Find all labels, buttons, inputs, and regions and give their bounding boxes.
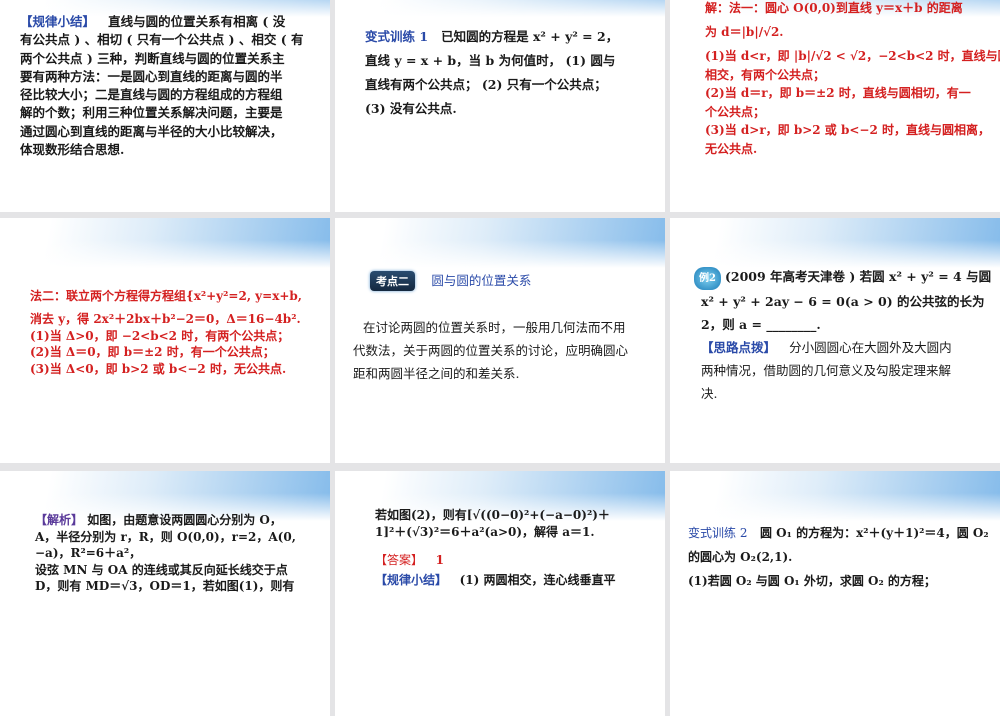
analysis-label: 【解析】 [35, 513, 84, 527]
text-line: (2)当 Δ＝0，即 b＝±2 时，有一个公共点； [30, 345, 275, 360]
text-line: 代数法，关于两圆的位置关系的讨论，应明确圆心 [353, 343, 629, 358]
text-line: (1)若圆 O₂ 与圆 O₁ 外切，求圆 O₂ 的方程； [688, 574, 936, 588]
text-line: (3) 没有公共点. [365, 101, 457, 116]
text-line: (2)当 d＝r，即 b＝±2 时，直线与圆相切，有一 [705, 86, 971, 100]
topic-badge: 考点二 [370, 271, 415, 291]
text-line: 法二：联立两个方程得方程组{x²+y²=2, y=x+b, [30, 289, 302, 303]
text-line: D，则有 MD＝√3，OD＝1，若如图(1)，则有 [35, 579, 295, 593]
slide-thumbnail-7[interactable]: 【解析】 如图，由题意设两圆圆心分别为 O， A，半径分别为 r，R，则 O(0… [0, 471, 330, 716]
text-line: 消去 y，得 2x²＋2bx＋b²−2＝0，Δ＝16−4b². [30, 311, 301, 326]
text-line: 为 d＝|b|/√2. [705, 24, 784, 39]
text-line: A，半径分别为 r，R，则 O(0,0)，r=2，A(0, [35, 529, 296, 544]
text-line: (1)当 d<r，即 |b|/√2 < √2，−2<b<2 时，直线与圆 [705, 49, 1000, 63]
text-line: 体现数形结合思想. [20, 142, 125, 158]
slide-thumbnail-3[interactable]: 解：法一：圆心 O(0,0)到直线 y＝x＋b 的距离 为 d＝|b|/√2. … [670, 0, 1000, 212]
text-line: (3)当 Δ<0，即 b>2 或 b<−2 时，无公共点. [30, 362, 287, 377]
exercise-label: 变式训练 2 [688, 526, 748, 540]
section-label: 【规律小结】 [20, 14, 96, 29]
answer-value: 1 [435, 553, 444, 567]
answer-label: 【答案】 [375, 553, 424, 567]
slide-text: 解：法一：圆心 O(0,0)到直线 y＝x＋b 的距离 为 d＝|b|/√2. … [705, 0, 1000, 158]
slide-thumbnail-1[interactable]: 【规律小结】 直线与圆的位置关系有相离 ( 没 有公共点 ) 、相切 ( 只有一… [0, 0, 330, 212]
text-line: 相交，有两个公共点； [705, 67, 826, 82]
slide-header-decoration [670, 218, 1000, 268]
slide-header-decoration [335, 0, 665, 17]
section-title: 圆与圆的位置关系 [431, 273, 532, 288]
text-line: 圆 O₁ 的方程为：x²＋(y＋1)²＝4，圆 O₂ [760, 526, 989, 540]
text-line: 已知圆的方程是 x² + y² = 2， [441, 29, 619, 44]
slide-thumbnail-8[interactable]: 若如图(2)，则有[√((0−0)²+(−a−0)²)＋ 1]²＋(√3)²＝6… [335, 471, 665, 716]
summary-label: 【规律小结】 [375, 573, 448, 587]
text-line: 解的个数；利用三种位置关系解决问题，主要是 [20, 105, 283, 121]
slide-header-decoration [670, 471, 1000, 521]
text-line: 通过圆心到直线的距离与半径的大小比较解决， [20, 123, 283, 139]
text-line: (1)当 Δ>0，即 −2<b<2 时，有两个公共点； [30, 328, 290, 343]
text-line: 个公共点； [705, 104, 766, 119]
slide-thumbnail-6[interactable]: 例2 (2009 年高考天津卷 ) 若圆 x² + y² = 4 与圆 x² + … [670, 218, 1000, 463]
text-line: 无公共点. [705, 141, 758, 156]
exercise-label: 变式训练 1 [365, 29, 429, 44]
text-line: 要有两种方法：一是圆心到直线的距离与圆的半 [20, 68, 283, 84]
slide-text: 在讨论两圆的位置关系时，一般用几何法而不用 代数法，关于两圆的位置关系的讨论，应… [353, 316, 628, 385]
text-line: −a)，R²=6＋a²， [35, 546, 142, 560]
hint-label: 【思路点拨】 [701, 340, 777, 355]
section-heading: 考点二 圆与圆的位置关系 [370, 270, 531, 291]
text-line: 解：法一：圆心 O(0,0)到直线 y＝x＋b 的距离 [705, 1, 963, 15]
slide-thumbnail-2[interactable]: 变式训练 1 已知圆的方程是 x² + y² = 2， 直线 y = x + b… [335, 0, 665, 212]
text-line: 若如图(2)，则有[√((0−0)²+(−a−0)²)＋ [375, 508, 610, 522]
text-line: 径比较大小；二是直线与圆的方程组成的方程组 [20, 87, 283, 103]
slide-text: 变式训练 2 圆 O₁ 的方程为：x²＋(y＋1)²＝4，圆 O₂ 的圆心为 O… [688, 521, 989, 593]
text-line: (3)当 d>r，即 b>2 或 b<−2 时，直线与圆相离， [705, 123, 991, 137]
slide-text: 若如图(2)，则有[√((0−0)²+(−a−0)²)＋ 1]²＋(√3)²＝6… [375, 507, 615, 589]
example-badge: 例2 [694, 267, 721, 290]
text-line: 分小圆圆心在大圆外及大圆内 [789, 340, 952, 355]
text-line: 两个公共点 ) 三种，判断直线与圆的位置关系主 [20, 50, 285, 66]
text-line: 直线 y = x + b，当 b 为何值时， (1) 圆与 [365, 53, 616, 68]
text-line: 在讨论两圆的位置关系时，一般用几何法而不用 [363, 320, 626, 335]
slide-text: 例2 (2009 年高考天津卷 ) 若圆 x² + y² = 4 与圆 x² + … [694, 265, 991, 405]
slide-header-decoration [335, 218, 665, 268]
text-line: 的圆心为 O₂(2,1). [688, 550, 793, 564]
slide-thumbnail-9[interactable]: 变式训练 2 圆 O₁ 的方程为：x²＋(y＋1)²＝4，圆 O₂ 的圆心为 O… [670, 471, 1000, 716]
text-line: 1]²＋(√3)²＝6＋a²(a>0)，解得 a＝1. [375, 525, 595, 539]
text-line: (1) 两圆相交，连心线垂直平 [459, 573, 616, 587]
text-line: 决. [701, 386, 718, 401]
slide-text: 【解析】 如图，由题意设两圆圆心分别为 O， A，半径分别为 r，R，则 O(0… [35, 512, 296, 595]
text-line: x² + y² + 2ay − 6 = 0(a > 0) 的公共弦的长为 [701, 294, 985, 309]
slide-thumbnail-4[interactable]: 法二：联立两个方程得方程组{x²+y²=2, y=x+b, 消去 y，得 2x²… [0, 218, 330, 463]
text-line: 直线与圆的位置关系有相离 ( 没 [108, 14, 286, 29]
text-line: 直线有两个公共点； (2) 只有一个公共点； [365, 77, 607, 92]
text-line: 如图，由题意设两圆圆心分别为 O， [87, 513, 282, 527]
text-line: 距和两圆半径之间的和差关系. [353, 366, 520, 381]
text-line: 2，则 a = ________. [701, 317, 821, 332]
text-line: 设弦 MN 与 OA 的连线或其反向延长线交于点 [35, 562, 288, 577]
text-line: 有公共点 ) 、相切 ( 只有一个公共点 ) 、相交 ( 有 [20, 32, 304, 48]
text-line: (2009 年高考天津卷 ) 若圆 x² + y² = 4 与圆 [724, 269, 992, 284]
slide-header-decoration [0, 218, 330, 268]
text-line: 两种情况，借助圆的几何意义及勾股定理来解 [701, 363, 952, 378]
slide-thumbnail-5[interactable]: 考点二 圆与圆的位置关系 在讨论两圆的位置关系时，一般用几何法而不用 代数法，关… [335, 218, 665, 463]
slide-text: 变式训练 1 已知圆的方程是 x² + y² = 2， 直线 y = x + b… [365, 25, 618, 121]
slide-text: 法二：联立两个方程得方程组{x²+y²=2, y=x+b, 消去 y，得 2x²… [30, 288, 302, 378]
slide-text: 【规律小结】 直线与圆的位置关系有相离 ( 没 有公共点 ) 、相切 ( 只有一… [20, 13, 303, 159]
